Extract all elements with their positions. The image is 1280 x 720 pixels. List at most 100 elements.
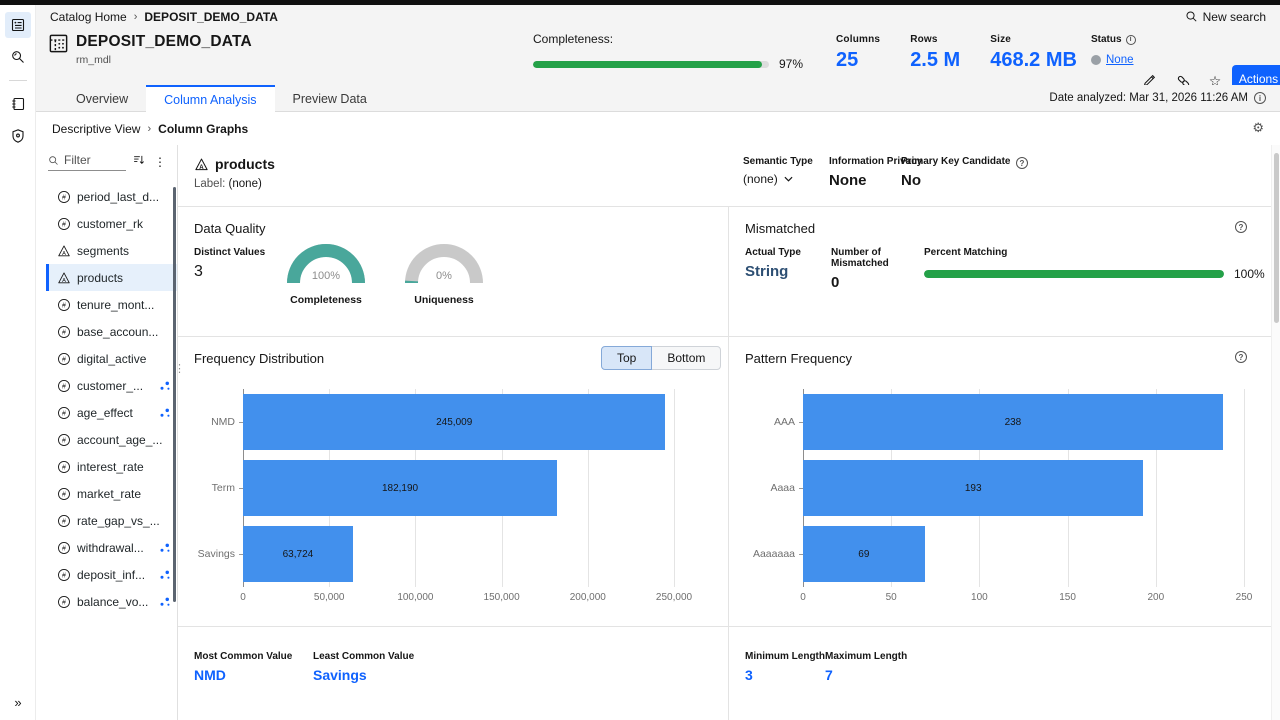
sidebar-item-products[interactable]: Aproducts xyxy=(46,264,177,291)
tab-preview-data[interactable]: Preview Data xyxy=(275,85,385,112)
insight-icon xyxy=(159,407,171,419)
chart-x-tick: 150,000 xyxy=(484,592,520,603)
number-type-icon: # xyxy=(57,460,71,474)
number-type-icon: # xyxy=(57,217,71,231)
sidebar-item-customer[interactable]: # customer_... xyxy=(46,372,177,399)
sidebar-item-customer-rk[interactable]: #customer_rk xyxy=(46,210,177,237)
column-item-label: products xyxy=(77,271,123,285)
primary-key-label: Primary Key Candidate xyxy=(901,156,1011,167)
actual-type-label: Actual Type xyxy=(745,247,831,258)
notebook-icon[interactable] xyxy=(5,91,31,117)
chart-bar-aaaa[interactable]: 193 xyxy=(803,460,1143,516)
tab-overview[interactable]: Overview xyxy=(58,85,146,112)
chart-bar-aaa[interactable]: 238 xyxy=(803,394,1223,450)
chart-category-label: Aaaaaaa xyxy=(745,521,803,587)
help-icon[interactable]: ? xyxy=(1235,351,1247,363)
help-icon[interactable]: ? xyxy=(1235,221,1247,233)
date-analyzed-text: Date analyzed: Mar 31, 2026 11:26 AM xyxy=(1049,92,1248,104)
content-area: Descriptive View › Column Graphs ⚙ ⋮ #pe… xyxy=(36,112,1280,720)
chart-bar-nmd[interactable]: 245,009 xyxy=(243,394,665,450)
page-scrollbar[interactable] xyxy=(1271,145,1280,720)
svg-text:#: # xyxy=(62,383,66,390)
chart-bar-value: 63,724 xyxy=(283,549,314,560)
chart-bar-savings[interactable]: 63,724 xyxy=(243,526,353,582)
sidebar-scrollbar[interactable] xyxy=(173,187,176,602)
filter-input[interactable] xyxy=(64,153,122,167)
chart-x-tick: 250,000 xyxy=(656,592,692,603)
sidebar-item-interest-rate[interactable]: #interest_rate xyxy=(46,453,177,480)
most-common-label: Most Common Value xyxy=(194,651,292,662)
chart-x-axis: 050,000100,000150,000200,000250,000 xyxy=(243,590,674,606)
data-quality-title: Data Quality xyxy=(194,221,266,236)
stat-label: Rows xyxy=(910,34,960,45)
number-type-icon: # xyxy=(57,298,71,312)
semantic-type-dropdown[interactable]: (none) xyxy=(743,172,813,186)
stat-columns: Columns25 xyxy=(836,34,880,72)
distinct-values-label: Distinct Values xyxy=(194,247,265,258)
chart-bar-aaaaaaa[interactable]: 69 xyxy=(803,526,925,582)
expand-panel-icon[interactable]: » xyxy=(0,695,36,710)
sidebar-item-rate-gap-vs[interactable]: # rate_gap_vs_... xyxy=(46,507,177,534)
view-breadcrumb-parent[interactable]: Descriptive View xyxy=(52,122,140,136)
sort-icon[interactable] xyxy=(132,153,146,171)
tab-column-analysis[interactable]: Column Analysis xyxy=(146,85,274,112)
new-search-button[interactable]: New search xyxy=(1185,10,1266,24)
info-icon[interactable]: i xyxy=(1126,35,1136,45)
most-common-value-field: Most Common Value NMD xyxy=(194,651,292,683)
chart-bar-term[interactable]: 182,190 xyxy=(243,460,557,516)
svg-text:#: # xyxy=(62,221,66,228)
svg-text:#: # xyxy=(62,518,66,525)
sidebar-item-segments[interactable]: Asegments xyxy=(46,237,177,264)
page-scrollbar-thumb[interactable] xyxy=(1274,153,1279,323)
number-type-icon: # xyxy=(57,541,71,555)
toggle-top[interactable]: Top xyxy=(601,346,652,370)
status-dot xyxy=(1091,55,1101,65)
sidebar-item-period-last-d[interactable]: #period_last_d... xyxy=(46,183,177,210)
number-type-icon: # xyxy=(57,487,71,501)
sidebar-item-tenure-mont[interactable]: #tenure_mont... xyxy=(46,291,177,318)
view-breadcrumb-current: Column Graphs xyxy=(158,122,248,136)
gauge-uniqueness: 0%Uniqueness xyxy=(396,243,492,306)
chart-gridline xyxy=(1244,389,1245,587)
sidebar-item-deposit-inf[interactable]: #deposit_inf... xyxy=(46,561,177,588)
chart-bar-row: 182,190 xyxy=(243,455,674,521)
completeness-value: 97% xyxy=(779,57,803,71)
chart-x-axis: 050100150200250 xyxy=(803,590,1244,606)
svg-text:#: # xyxy=(62,410,66,417)
column-label-key: Label: xyxy=(194,178,225,190)
overflow-menu-icon[interactable]: ⋮ xyxy=(152,155,168,169)
column-list-panel: ⋮ #period_last_d...#customer_rkAsegments… xyxy=(36,145,178,720)
chart-category-label: Savings xyxy=(194,521,243,587)
num-mismatched-value: 0 xyxy=(831,274,924,291)
chart-bar-value: 182,190 xyxy=(382,483,418,494)
sidebar-item-balance-vo[interactable]: # balance_vo... xyxy=(46,588,177,615)
help-icon[interactable]: ? xyxy=(1016,157,1028,169)
chart-plot: 245,009 182,190 63,724 xyxy=(243,389,674,587)
column-item-label: balance_vo... xyxy=(77,595,148,609)
search-icon xyxy=(48,155,59,166)
toggle-bottom[interactable]: Bottom xyxy=(651,346,721,370)
catalog-icon[interactable] xyxy=(5,12,31,38)
status-value-link[interactable]: None xyxy=(1106,54,1134,66)
info-icon[interactable]: i xyxy=(1254,92,1266,104)
sidebar-item-account-age[interactable]: #account_age_... xyxy=(46,426,177,453)
sidebar-item-digital-active[interactable]: #digital_active xyxy=(46,345,177,372)
sidebar-item-base-accoun[interactable]: #base_accoun... xyxy=(46,318,177,345)
sidebar-item-age-effect[interactable]: #age_effect xyxy=(46,399,177,426)
sidebar-item-market-rate[interactable]: #market_rate xyxy=(46,480,177,507)
number-type-icon: # xyxy=(57,595,71,609)
chart-plot: 238 193 69 xyxy=(803,389,1244,587)
svg-text:#: # xyxy=(62,437,66,444)
gear-icon[interactable]: ⚙ xyxy=(1252,121,1264,136)
maximum-length-label: Maximum Length xyxy=(825,651,907,662)
chart-x-tick: 100 xyxy=(971,592,988,603)
query-icon[interactable] xyxy=(5,44,31,70)
governance-icon[interactable] xyxy=(5,123,31,149)
percent-matching-bar xyxy=(924,270,1224,278)
column-item-label: customer_... xyxy=(77,379,143,393)
chart-category-label: AAA xyxy=(745,389,803,455)
breadcrumb-catalog-home[interactable]: Catalog Home xyxy=(50,10,127,24)
stat-value: 2.5 M xyxy=(910,49,960,72)
sidebar-item-withdrawal[interactable]: #withdrawal... xyxy=(46,534,177,561)
column-item-label: rate_gap_vs_... xyxy=(77,514,160,528)
